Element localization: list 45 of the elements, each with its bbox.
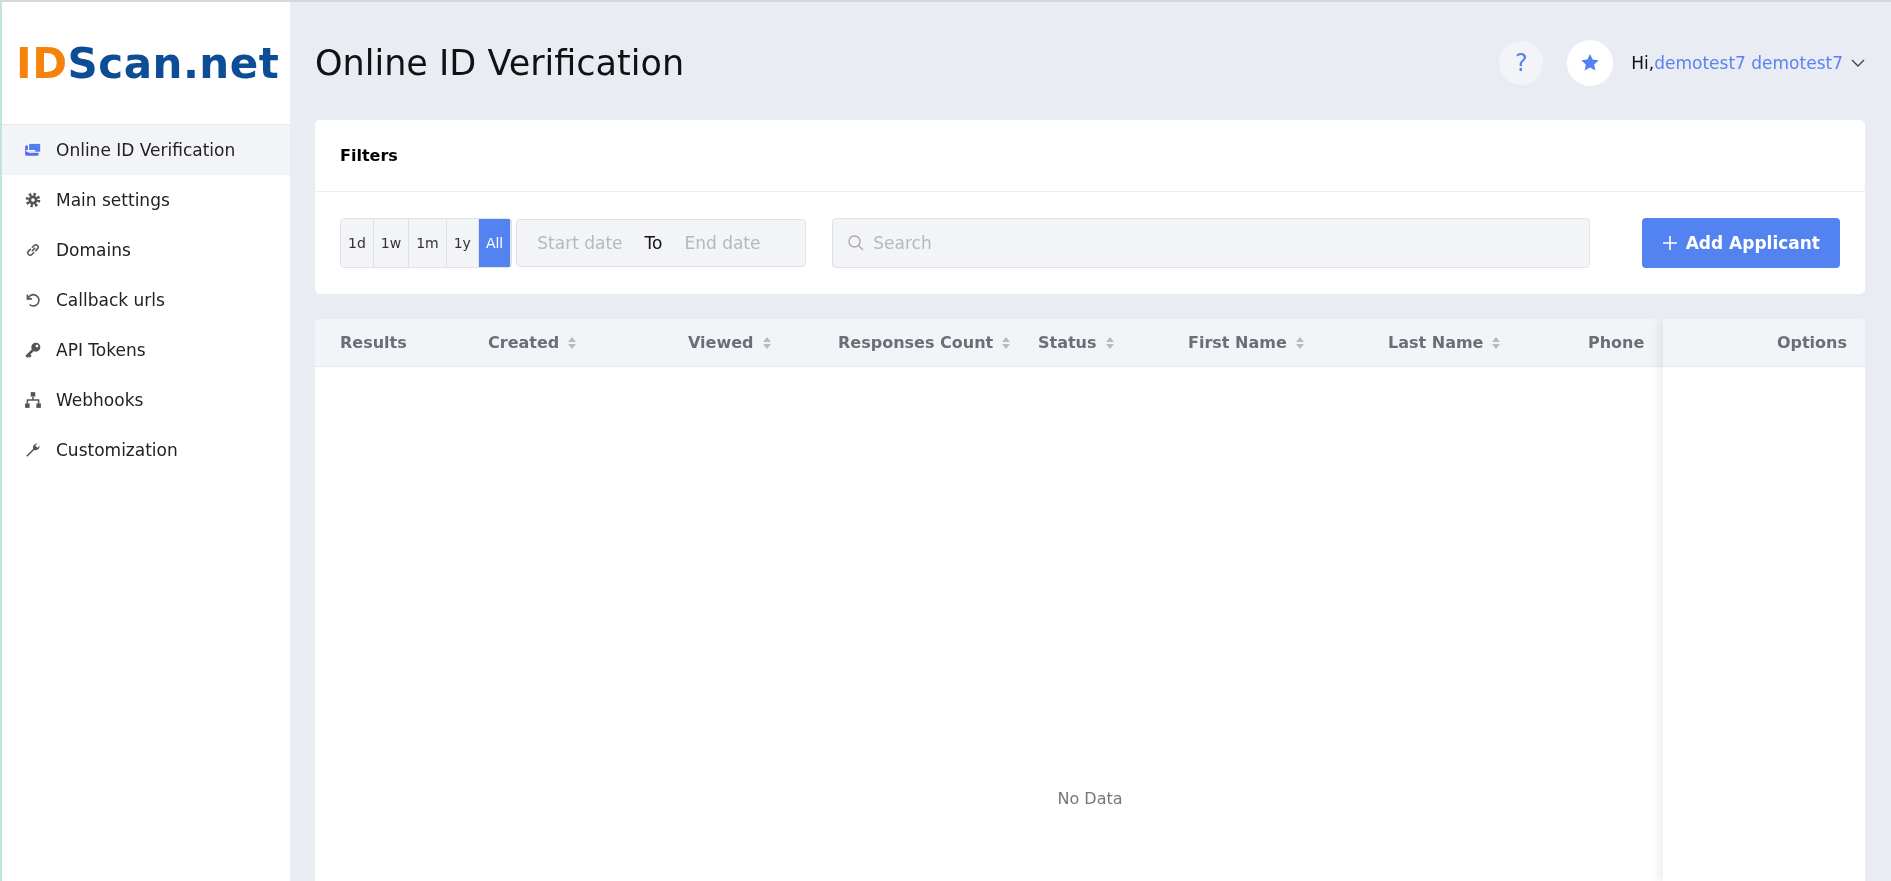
range-button[interactable]: 1m xyxy=(409,219,447,267)
sidebar-item[interactable]: Domains xyxy=(2,225,290,275)
link-icon xyxy=(24,241,42,259)
range-button[interactable]: 1w xyxy=(373,219,410,267)
plus-icon xyxy=(1661,235,1678,251)
filters-title: Filters xyxy=(315,120,1865,192)
wrench-icon xyxy=(24,441,42,459)
sort-icon xyxy=(1491,335,1502,350)
add-applicant-button[interactable]: Add Applicant xyxy=(1641,218,1840,268)
sort-icon xyxy=(761,335,772,350)
column-header[interactable]: Responses Count xyxy=(838,333,1012,352)
range-button[interactable]: All xyxy=(478,219,512,267)
column-header[interactable]: Status xyxy=(1038,333,1115,352)
date-range-field[interactable]: Start date To End date xyxy=(516,219,807,267)
sidebar-item[interactable]: Webhooks xyxy=(2,375,290,425)
range-button[interactable]: 1y xyxy=(446,219,479,267)
range-button[interactable]: 1d xyxy=(341,219,374,267)
sidebar-item[interactable]: API Tokens xyxy=(2,325,290,375)
star-icon xyxy=(1580,53,1601,73)
sort-icon xyxy=(1294,335,1305,350)
greeting-text: Hi, xyxy=(1631,53,1655,73)
column-header: Options xyxy=(1663,319,1865,367)
column-header[interactable]: First Name xyxy=(1188,333,1305,352)
card-icon xyxy=(24,141,42,159)
column-header[interactable]: Last Name xyxy=(1388,333,1502,352)
page-title: Online ID Verification xyxy=(315,43,686,83)
favorite-button[interactable] xyxy=(1567,40,1614,86)
column-header[interactable]: Created xyxy=(488,333,578,352)
sidebar-item[interactable]: Customization xyxy=(2,425,290,475)
sidebar-item[interactable]: Main settings xyxy=(2,175,290,225)
search-icon xyxy=(847,234,866,252)
column-header[interactable]: Viewed xyxy=(688,333,772,352)
column-header: Results xyxy=(340,333,407,352)
undo-icon xyxy=(24,291,42,309)
gear-icon xyxy=(24,191,42,209)
sort-icon xyxy=(1001,335,1012,350)
tree-icon xyxy=(24,391,42,409)
sidebar-item[interactable]: Online ID Verification xyxy=(2,125,290,175)
sort-icon xyxy=(1104,335,1115,350)
empty-message: No Data xyxy=(1057,789,1123,808)
sort-icon xyxy=(567,335,578,350)
sidebar-item[interactable]: Callback urls xyxy=(2,275,290,325)
key-icon xyxy=(24,341,42,359)
chevron-down-icon[interactable] xyxy=(1851,58,1865,68)
column-header: Phone xyxy=(1588,333,1645,352)
